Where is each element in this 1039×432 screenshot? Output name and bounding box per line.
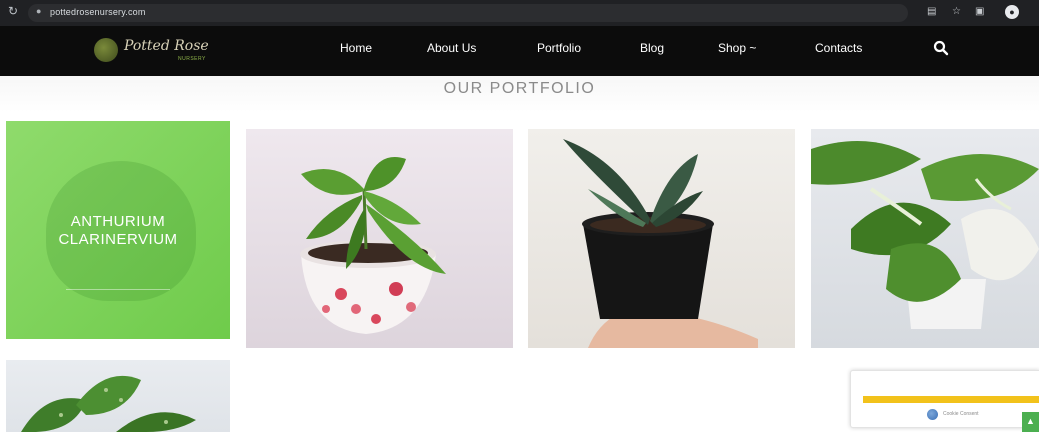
logo-tagline: NURSERY xyxy=(178,56,206,62)
card-title-line-2: CLARINERVIUM xyxy=(58,231,178,248)
card-title-line-1: ANTHURIUM xyxy=(70,213,166,230)
site-header: Potted Rose NURSERY Home About Us Portfo… xyxy=(0,26,1039,76)
profile-avatar-icon[interactable]: ● xyxy=(1005,5,1019,19)
portfolio-card-syngonium[interactable] xyxy=(811,129,1039,348)
portfolio-card-black-pot[interactable] xyxy=(528,129,795,348)
nav-home[interactable]: Home xyxy=(340,41,372,55)
portfolio-card-floral-pot[interactable] xyxy=(246,129,513,348)
nav-shop[interactable]: Shop ~ xyxy=(718,41,756,55)
plant-black-pot-image xyxy=(563,139,758,348)
address-bar-url: pottedrosenursery.com xyxy=(50,7,146,17)
section-title: OUR PORTFOLIO xyxy=(443,80,596,97)
browser-toolbar: ↻ ● pottedrosenursery.com ▤ ☆ ▣ ● xyxy=(0,0,1039,26)
nav-portfolio[interactable]: Portfolio xyxy=(537,41,581,55)
variegated-syngonium-image xyxy=(811,141,1039,329)
recaptcha-icon xyxy=(927,409,938,420)
portfolio-card-title: ANTHURIUM CLARINERVIUM xyxy=(6,213,230,249)
portfolio-card-featured[interactable]: ANTHURIUM CLARINERVIUM xyxy=(6,121,230,339)
extensions-icon[interactable]: ▤ xyxy=(927,6,936,17)
address-bar[interactable] xyxy=(28,4,908,22)
recaptcha-widget[interactable]: Cookie Consent xyxy=(850,370,1039,428)
recaptcha-bar xyxy=(863,396,1039,403)
lock-icon: ● xyxy=(36,6,42,16)
nav-contacts[interactable]: Contacts xyxy=(815,41,862,55)
nav-about-us[interactable]: About Us xyxy=(427,41,476,55)
nav-blog[interactable]: Blog xyxy=(640,41,664,55)
logo-text: Potted Rose xyxy=(124,38,209,54)
logo-leaf-icon xyxy=(94,38,118,62)
recaptcha-label: Cookie Consent xyxy=(943,411,979,417)
portfolio-card-scindapsus[interactable] xyxy=(6,360,230,432)
card-divider xyxy=(66,289,170,290)
sidebar-icon[interactable]: ▣ xyxy=(975,6,984,17)
reload-icon[interactable]: ↻ xyxy=(8,4,18,18)
star-icon[interactable]: ☆ xyxy=(952,6,961,17)
scroll-top-button[interactable]: ▲ xyxy=(1022,412,1039,432)
plant-floral-pot-image xyxy=(300,157,446,334)
site-logo[interactable]: Potted Rose NURSERY xyxy=(94,36,224,66)
scindapsus-plant-image xyxy=(21,375,196,432)
search-icon[interactable] xyxy=(933,40,949,56)
